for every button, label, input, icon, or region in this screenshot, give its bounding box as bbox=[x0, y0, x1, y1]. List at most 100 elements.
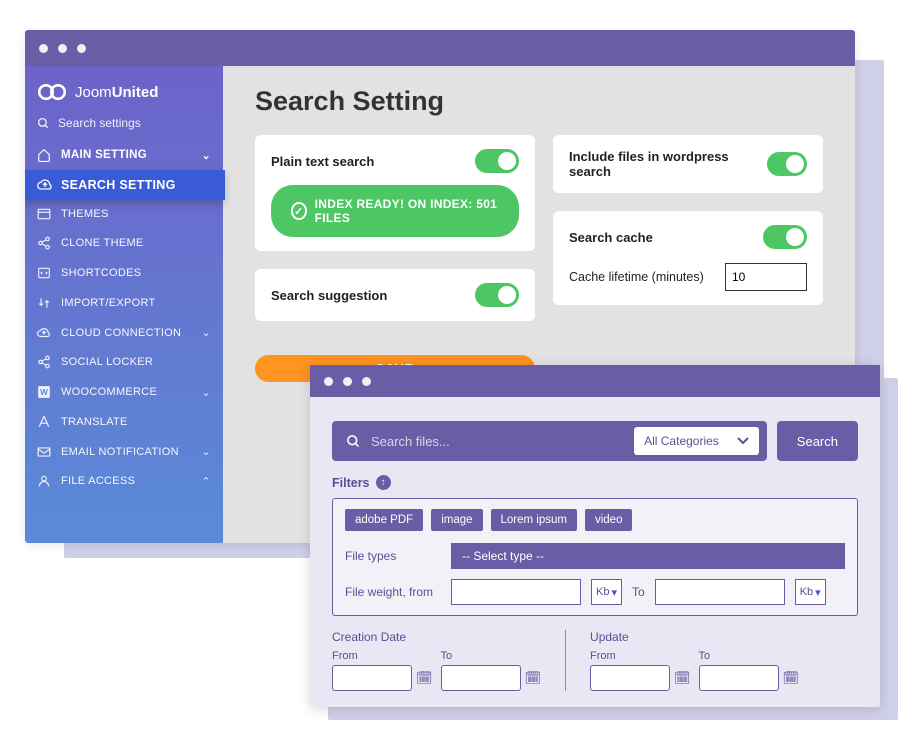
calendar-icon[interactable]: 🗓 bbox=[783, 670, 800, 686]
file-types-placeholder: -- Select type -- bbox=[462, 549, 544, 563]
index-ready-badge: ✓ INDEX READY! ON INDEX: 501 FILES bbox=[271, 185, 519, 237]
svg-text:W: W bbox=[40, 388, 48, 397]
chevron-down-icon: ⌄ bbox=[201, 386, 211, 399]
filter-tags: adobe PDF image Lorem ipsum video bbox=[345, 509, 845, 531]
sidebar-item-cloud-connection[interactable]: CLOUD CONNECTION ⌄ bbox=[25, 318, 223, 347]
sidebar-item-file-access[interactable]: FILE ACCESS ⌃ bbox=[25, 466, 223, 496]
sidebar-item-label: FILE ACCESS bbox=[61, 475, 135, 487]
file-weight-label: File weight, from bbox=[345, 585, 441, 599]
sidebar-item-import-export[interactable]: IMPORT/EXPORT bbox=[25, 288, 223, 318]
sidebar-item-label: SOCIAL LOCKER bbox=[61, 356, 153, 368]
search-icon bbox=[346, 434, 361, 449]
sidebar-item-themes[interactable]: THEMES bbox=[25, 200, 223, 228]
search-files-input[interactable] bbox=[371, 434, 624, 449]
include-files-card: Include files in wordpress search bbox=[553, 135, 823, 193]
suggestion-toggle[interactable] bbox=[475, 283, 519, 307]
calendar-icon[interactable]: 🗓 bbox=[525, 670, 542, 686]
from-label: From bbox=[590, 650, 691, 662]
sidebar-item-label: SEARCH SETTING bbox=[61, 178, 176, 192]
to-label: To bbox=[699, 650, 800, 662]
sidebar-search-placeholder: Search settings bbox=[58, 116, 141, 130]
sidebar-item-label: EMAIL NOTIFICATION bbox=[61, 446, 179, 458]
sidebar-item-woocommerce[interactable]: W WOOCOMMERCE ⌄ bbox=[25, 377, 223, 407]
update-from-input[interactable] bbox=[590, 665, 670, 691]
weight-to-unit-select[interactable]: Kb▾ bbox=[795, 579, 826, 605]
arrow-up-icon: ↑ bbox=[376, 475, 391, 490]
cloud-up-icon bbox=[37, 327, 53, 339]
sidebar-item-label: CLONE THEME bbox=[61, 237, 144, 249]
filter-tag[interactable]: Lorem ipsum bbox=[491, 509, 577, 531]
vertical-separator bbox=[565, 630, 566, 691]
plain-text-search-card: Plain text search ✓ INDEX READY! ON INDE… bbox=[255, 135, 535, 251]
code-icon bbox=[37, 266, 53, 280]
filters-label-text: Filters bbox=[332, 476, 370, 490]
creation-to-input[interactable] bbox=[441, 665, 521, 691]
sidebar-item-main-setting[interactable]: MAIN SETTING ⌄ bbox=[25, 140, 223, 170]
sidebar-item-social-locker[interactable]: SOCIAL LOCKER bbox=[25, 347, 223, 377]
brand: JoomUnited bbox=[25, 66, 223, 112]
window-dot bbox=[77, 44, 86, 53]
sidebar-nav: MAIN SETTING ⌄ SEARCH SETTING THEMES CLO… bbox=[25, 140, 223, 496]
search-icon bbox=[37, 117, 50, 130]
filter-tag[interactable]: adobe PDF bbox=[345, 509, 423, 531]
user-icon bbox=[37, 474, 53, 488]
cache-lifetime-label: Cache lifetime (minutes) bbox=[569, 270, 704, 284]
filter-tag[interactable]: video bbox=[585, 509, 633, 531]
plain-text-label: Plain text search bbox=[271, 154, 374, 169]
sidebar: JoomUnited Search settings MAIN SETTING … bbox=[25, 66, 223, 543]
sidebar-item-shortcodes[interactable]: SHORTCODES bbox=[25, 258, 223, 288]
file-types-select[interactable]: -- Select type -- bbox=[451, 543, 845, 569]
file-types-label: File types bbox=[345, 549, 441, 563]
check-icon: ✓ bbox=[291, 202, 307, 220]
chevron-up-icon: ⌃ bbox=[201, 475, 211, 488]
sidebar-item-search-setting[interactable]: SEARCH SETTING bbox=[25, 170, 225, 200]
search-button[interactable]: Search bbox=[777, 421, 858, 461]
chevron-down-icon: ⌄ bbox=[201, 149, 211, 162]
update-date-label: Update bbox=[590, 630, 799, 644]
calendar-icon[interactable]: 🗓 bbox=[674, 670, 691, 686]
filter-tag[interactable]: image bbox=[431, 509, 482, 531]
window-titlebar bbox=[25, 30, 855, 66]
calendar-icon[interactable]: 🗓 bbox=[416, 670, 433, 686]
window-dot bbox=[343, 377, 352, 386]
home-icon bbox=[37, 148, 53, 162]
file-weight-from-input[interactable] bbox=[451, 579, 581, 605]
sidebar-item-label: MAIN SETTING bbox=[61, 149, 147, 161]
sidebar-item-email-notification[interactable]: EMAIL NOTIFICATION ⌄ bbox=[25, 437, 223, 466]
window2-titlebar bbox=[310, 365, 880, 397]
sidebar-item-translate[interactable]: TRANSLATE bbox=[25, 407, 223, 437]
update-to-input[interactable] bbox=[699, 665, 779, 691]
filters-toggle[interactable]: Filters ↑ bbox=[332, 475, 858, 490]
sidebar-search[interactable]: Search settings bbox=[25, 112, 223, 140]
sidebar-item-clone-theme[interactable]: CLONE THEME bbox=[25, 228, 223, 258]
update-date-group: Update From 🗓 To 🗓 bbox=[590, 630, 799, 691]
suggestion-label: Search suggestion bbox=[271, 288, 387, 303]
layout-icon bbox=[37, 208, 53, 220]
category-select-label: All Categories bbox=[644, 434, 719, 448]
include-files-toggle[interactable] bbox=[767, 152, 807, 176]
cache-label: Search cache bbox=[569, 230, 653, 245]
brand-text: JoomUnited bbox=[75, 84, 158, 101]
include-files-label: Include files in wordpress search bbox=[569, 149, 755, 179]
filters-panel: adobe PDF image Lorem ipsum video File t… bbox=[332, 498, 858, 616]
window-dot bbox=[39, 44, 48, 53]
window-dot bbox=[324, 377, 333, 386]
category-select[interactable]: All Categories bbox=[634, 427, 759, 455]
creation-date-label: Creation Date bbox=[332, 630, 541, 644]
sidebar-item-label: SHORTCODES bbox=[61, 267, 141, 279]
mail-icon bbox=[37, 446, 53, 458]
weight-from-unit-select[interactable]: Kb▾ bbox=[591, 579, 622, 605]
window-dot bbox=[58, 44, 67, 53]
sidebar-item-label: TRANSLATE bbox=[61, 416, 128, 428]
cloud-up-icon bbox=[37, 178, 53, 192]
w-square-icon: W bbox=[37, 385, 53, 399]
creation-from-input[interactable] bbox=[332, 665, 412, 691]
cache-lifetime-input[interactable] bbox=[725, 263, 807, 291]
from-label: From bbox=[332, 650, 433, 662]
cache-toggle[interactable] bbox=[763, 225, 807, 249]
chevron-down-icon: ⌄ bbox=[201, 445, 211, 458]
file-weight-to-input[interactable] bbox=[655, 579, 785, 605]
sidebar-item-label: WOOCOMMERCE bbox=[61, 386, 157, 398]
plain-text-toggle[interactable] bbox=[475, 149, 519, 173]
transfer-icon bbox=[37, 296, 53, 310]
